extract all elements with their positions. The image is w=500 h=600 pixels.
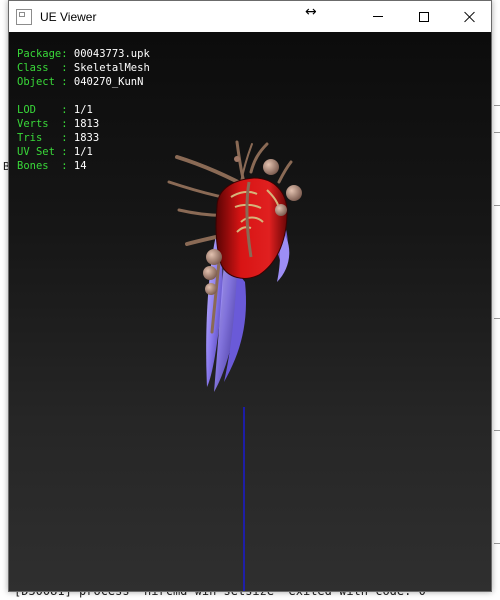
maximize-button[interactable] — [401, 1, 447, 32]
skeletal-mesh-render[interactable] — [9, 32, 491, 591]
resize-cursor-icon: ↔ — [305, 4, 317, 20]
minimize-button[interactable] — [355, 1, 401, 32]
app-window-icon[interactable] — [16, 8, 32, 25]
3d-viewport[interactable]: Package: 00043773.upk Class : SkeletalMe… — [9, 32, 491, 591]
maximize-icon — [419, 11, 429, 22]
background-divider — [494, 318, 500, 319]
ue-viewer-window: UE Viewer ↔ Package: 00043773.upk Class … — [8, 0, 492, 592]
close-icon — [464, 11, 476, 23]
background-divider — [494, 132, 500, 133]
title-bar[interactable]: UE Viewer ↔ — [9, 1, 491, 32]
minimize-icon — [373, 16, 383, 17]
close-button[interactable] — [447, 1, 493, 32]
background-divider — [494, 543, 500, 544]
red-helmet-shell — [215, 177, 288, 279]
window-title: UE Viewer — [40, 9, 97, 24]
background-divider — [494, 205, 500, 206]
background-divider — [494, 430, 500, 431]
background-divider — [494, 105, 500, 106]
